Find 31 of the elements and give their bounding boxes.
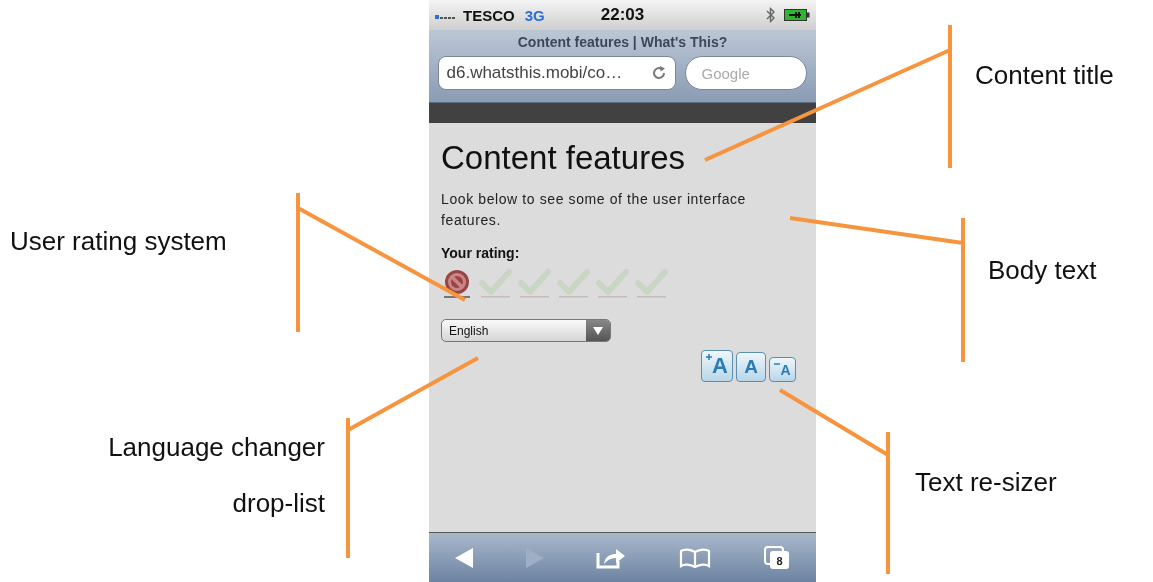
annotation-label: Text re-sizer xyxy=(915,466,1057,499)
clock-time: 22:03 xyxy=(600,5,645,25)
caret-icon xyxy=(593,326,603,335)
content-title: Content features xyxy=(441,139,686,177)
carrier-name: TESCO xyxy=(463,6,515,24)
back-icon[interactable] xyxy=(455,547,474,568)
check-icon[interactable] xyxy=(635,267,668,299)
minus-icon xyxy=(774,361,781,367)
rating-label: Your rating: xyxy=(441,245,521,261)
page-title: Content features | What's This? xyxy=(517,34,728,50)
network-type: 3G xyxy=(524,6,545,24)
share-icon[interactable] xyxy=(596,546,627,569)
battery-icon xyxy=(784,9,810,21)
clear-rating-icon[interactable] xyxy=(441,267,473,299)
body-text: Look below to see some of the user interface features. xyxy=(441,190,747,230)
language-dropdown[interactable]: English xyxy=(441,319,611,342)
bluetooth-icon xyxy=(766,7,776,23)
annotation-label: Content title xyxy=(975,59,1114,92)
annotation-label: Language changer drop-list xyxy=(107,431,325,520)
address-field[interactable]: d6.whatsthis.mobi/co… xyxy=(437,56,676,90)
check-icon[interactable] xyxy=(518,267,551,299)
plus-icon xyxy=(706,354,713,360)
book-icon[interactable] xyxy=(679,547,712,568)
check-icon[interactable] xyxy=(479,267,512,299)
check-icon[interactable] xyxy=(596,267,629,299)
address-text: d6.whatsthis.mobi/co… xyxy=(446,63,623,83)
check-icon[interactable] xyxy=(557,267,590,299)
reload-icon[interactable] xyxy=(650,65,667,81)
search-field[interactable]: Google xyxy=(684,56,807,90)
annotation-label: Body text xyxy=(988,254,1097,287)
annotation-label: User rating system xyxy=(10,225,227,258)
